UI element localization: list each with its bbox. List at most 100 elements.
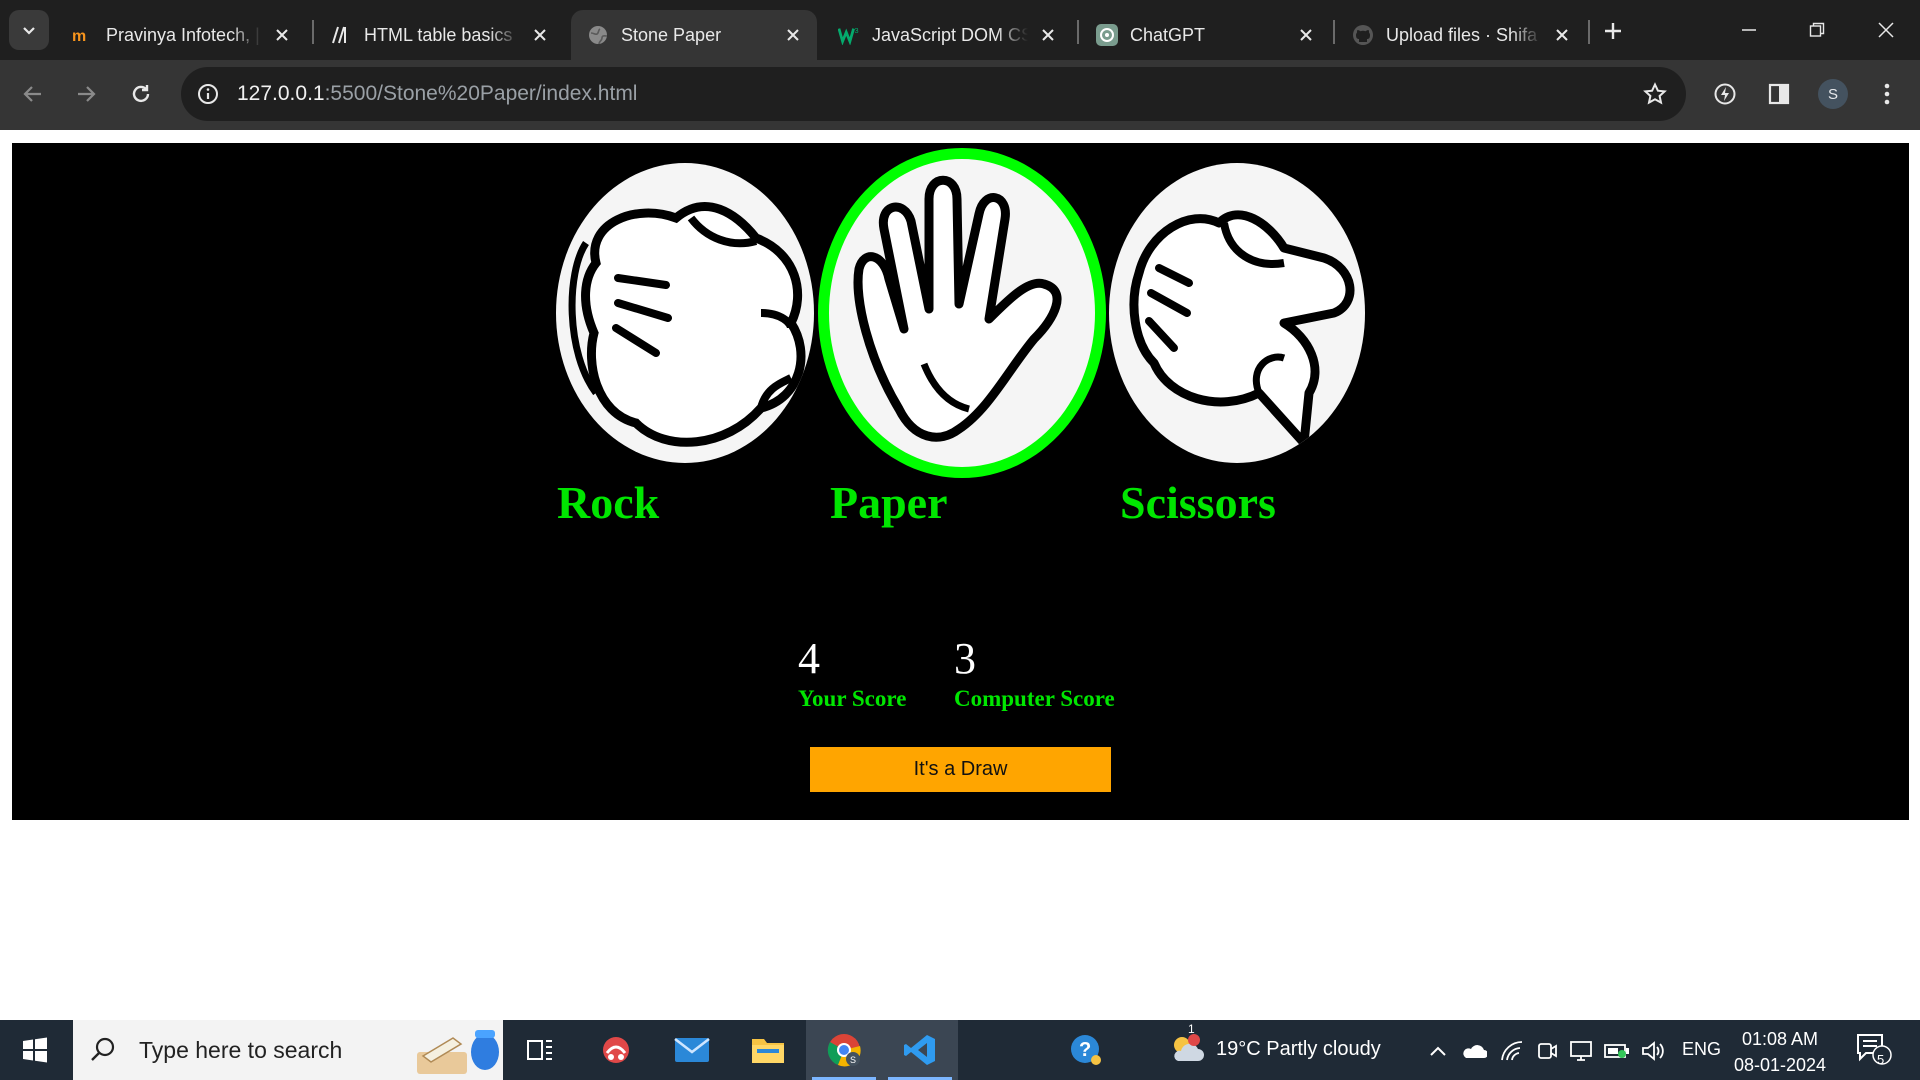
windows-icon xyxy=(23,1037,47,1063)
svg-text:S: S xyxy=(850,1055,856,1065)
volume-icon[interactable] xyxy=(1640,1038,1666,1064)
svg-text:3: 3 xyxy=(855,26,859,35)
info-icon[interactable] xyxy=(193,79,223,109)
close-icon[interactable] xyxy=(1550,23,1574,47)
tab-html-table-basics[interactable]: HTML table basics xyxy=(314,10,564,60)
choice-label: Rock xyxy=(557,477,660,528)
tab-separator xyxy=(1077,20,1079,44)
folder-icon xyxy=(752,1039,784,1063)
taskbar-app-help[interactable]: ? xyxy=(1048,1020,1124,1080)
arrow-left-icon xyxy=(23,86,41,102)
forward-button[interactable] xyxy=(66,74,106,114)
taskbar-app-chrome[interactable]: S xyxy=(806,1020,882,1080)
extension-button[interactable] xyxy=(1705,74,1745,114)
tab-separator xyxy=(1333,20,1335,44)
chevron-up-icon[interactable] xyxy=(1425,1038,1451,1064)
chrome-icon: S xyxy=(827,1034,861,1067)
clock-date: 08-01-2024 xyxy=(1733,1055,1827,1075)
restore-button[interactable] xyxy=(1783,0,1851,60)
side-panel-icon xyxy=(1768,83,1790,105)
url-text: 127.0.0.1:5500/Stone%20Paper/index.html xyxy=(237,82,637,106)
meet-icon[interactable] xyxy=(1534,1038,1560,1064)
clock[interactable]: 01:08 AM 08-01-2024 xyxy=(1730,1026,1830,1078)
choice-scissors[interactable]: Scissors xyxy=(1109,143,1409,543)
tab-pravinya[interactable]: m Pravinya Infotech, | xyxy=(56,10,306,60)
tab-javascript-dom[interactable]: 3 JavaScript DOM CS xyxy=(822,10,1072,60)
tab-stone-paper[interactable]: Stone Paper xyxy=(571,10,817,60)
search-icon xyxy=(91,1037,115,1061)
your-score: 4 Your Score xyxy=(798,633,906,712)
notification-icon xyxy=(1857,1034,1892,1065)
tab-title: ChatGPT xyxy=(1130,24,1206,45)
chevron-down-icon xyxy=(23,27,35,35)
weather-text[interactable]: 19°C Partly cloudy xyxy=(1216,1038,1381,1061)
svg-text:m: m xyxy=(72,28,86,43)
tab-search-button[interactable] xyxy=(9,10,49,50)
weather-badge: 1 xyxy=(1188,1022,1195,1036)
tab-strip: m Pravinya Infotech, | HTML table basics… xyxy=(0,0,1920,60)
result-message: It's a Draw xyxy=(810,747,1111,792)
taskbar: Type here to search S ? 1 19°C Partly cl… xyxy=(0,1020,1920,1080)
address-bar[interactable]: 127.0.0.1:5500/Stone%20Paper/index.html xyxy=(181,67,1686,121)
display-icon[interactable] xyxy=(1568,1038,1594,1064)
mdn-icon xyxy=(330,24,352,46)
close-icon[interactable] xyxy=(1036,23,1060,47)
wifi-icon[interactable] xyxy=(1499,1038,1525,1064)
weather-icon[interactable] xyxy=(1168,1032,1206,1068)
taskbar-app-file-explorer[interactable] xyxy=(730,1020,806,1080)
taskbar-app-vscode[interactable] xyxy=(882,1020,958,1080)
taskbar-search[interactable]: Type here to search xyxy=(73,1020,503,1080)
back-button[interactable] xyxy=(13,74,53,114)
onedrive-icon[interactable] xyxy=(1461,1038,1487,1064)
search-highlight-icon xyxy=(417,1030,499,1074)
computer-score: 3 Computer Score xyxy=(954,633,1115,712)
tab-title: JavaScript DOM CS xyxy=(872,24,1028,45)
taskbar-app-mail[interactable] xyxy=(654,1020,730,1080)
tab-chatgpt[interactable]: ChatGPT xyxy=(1080,10,1330,60)
choice-rock[interactable]: Rock xyxy=(556,143,826,543)
tab-upload-files[interactable]: Upload files · Shifa xyxy=(1336,10,1586,60)
scissors-hand-icon xyxy=(1109,163,1365,463)
your-score-label: Your Score xyxy=(798,686,907,711)
tab-title: HTML table basics xyxy=(364,24,513,45)
minimize-button[interactable] xyxy=(1715,0,1783,60)
svg-text:?: ? xyxy=(1079,1039,1091,1061)
snipping-tool-icon xyxy=(603,1037,629,1063)
computer-score-label: Computer Score xyxy=(954,686,1115,711)
computer-score-value: 3 xyxy=(954,634,976,683)
pravinya-icon: m xyxy=(72,24,94,46)
task-view-button[interactable] xyxy=(502,1020,578,1080)
url-host: 127.0.0.1 xyxy=(237,82,325,105)
choice-paper[interactable]: Paper xyxy=(818,143,1118,543)
vscode-icon xyxy=(904,1035,935,1065)
tab-title: Stone Paper xyxy=(621,24,722,45)
tab-separator xyxy=(1588,20,1590,44)
close-window-button[interactable] xyxy=(1852,0,1920,60)
your-score-value: 4 xyxy=(798,634,820,683)
battery-icon[interactable] xyxy=(1604,1038,1630,1064)
start-button[interactable] xyxy=(0,1020,70,1080)
browser-toolbar: 127.0.0.1:5500/Stone%20Paper/index.html … xyxy=(0,60,1920,130)
new-tab-button[interactable] xyxy=(1596,14,1630,48)
clock-time: 01:08 AM xyxy=(1741,1029,1819,1049)
menu-button[interactable] xyxy=(1867,74,1907,114)
notifications-button[interactable] xyxy=(1856,1034,1892,1065)
choice-label: Paper xyxy=(830,477,948,528)
reload-button[interactable] xyxy=(121,74,161,114)
notification-count: 5 xyxy=(1877,1052,1885,1067)
lightning-icon xyxy=(1714,83,1736,105)
close-icon[interactable] xyxy=(1294,23,1318,47)
taskbar-app-snipping[interactable] xyxy=(578,1020,654,1080)
reload-icon xyxy=(132,85,150,103)
more-vertical-icon xyxy=(1884,83,1890,105)
close-icon[interactable] xyxy=(528,23,552,47)
bookmark-star-icon[interactable] xyxy=(1640,79,1670,109)
close-icon xyxy=(1878,22,1894,38)
close-icon[interactable] xyxy=(270,23,294,47)
side-panel-button[interactable] xyxy=(1759,74,1799,114)
language-indicator[interactable]: ENG xyxy=(1682,1039,1721,1060)
close-icon[interactable] xyxy=(781,23,805,47)
plus-icon xyxy=(1605,23,1621,39)
profile-avatar[interactable]: S xyxy=(1818,79,1848,109)
restore-icon xyxy=(1809,22,1825,37)
